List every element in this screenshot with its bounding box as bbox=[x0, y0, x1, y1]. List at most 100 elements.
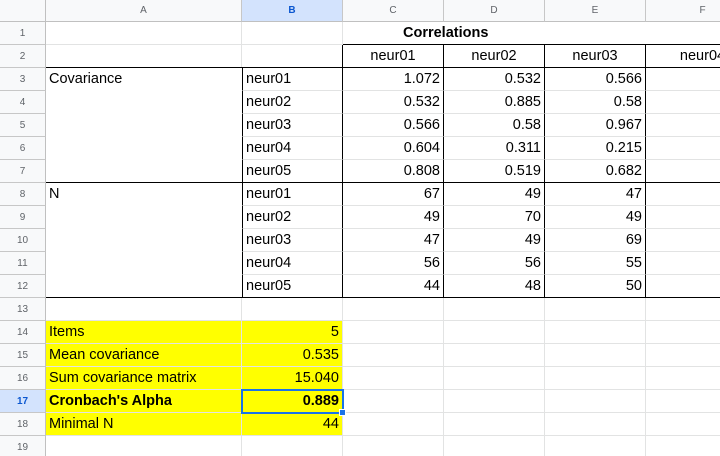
covariance-value[interactable]: 0.566 bbox=[343, 114, 444, 137]
row-header-9[interactable]: 9 bbox=[0, 206, 46, 229]
covariance-value[interactable]: 0.532 bbox=[343, 91, 444, 114]
column-var-neur03[interactable]: neur03 bbox=[545, 45, 646, 68]
n-value[interactable] bbox=[646, 229, 720, 252]
n-value[interactable]: 49 bbox=[444, 183, 545, 206]
n-value[interactable]: 70 bbox=[444, 206, 545, 229]
n-row-neur03[interactable]: neur03 bbox=[242, 229, 343, 252]
column-header-b[interactable]: B bbox=[242, 0, 343, 22]
n-value[interactable]: 47 bbox=[545, 183, 646, 206]
n-value[interactable]: 56 bbox=[343, 252, 444, 275]
covariance-value[interactable]: 0.808 bbox=[343, 160, 444, 183]
cell-d17[interactable] bbox=[444, 390, 545, 413]
covariance-row-neur01[interactable]: neur01 bbox=[242, 68, 343, 91]
cell-d19[interactable] bbox=[444, 436, 545, 456]
row-header-8[interactable]: 8 bbox=[0, 183, 46, 206]
covariance-value[interactable]: 0.566 bbox=[545, 68, 646, 91]
covariance-value[interactable]: 0.604 bbox=[343, 137, 444, 160]
covariance-row-neur05[interactable]: neur05 bbox=[242, 160, 343, 183]
cell-b13[interactable] bbox=[242, 298, 343, 321]
n-value[interactable]: 47 bbox=[343, 229, 444, 252]
cell-c19[interactable] bbox=[343, 436, 444, 456]
covariance-value[interactable]: 0.532 bbox=[444, 68, 545, 91]
summary-value[interactable]: 5 bbox=[242, 321, 343, 344]
n-value[interactable] bbox=[646, 206, 720, 229]
covariance-row-neur02[interactable]: neur02 bbox=[242, 91, 343, 114]
n-value[interactable]: 49 bbox=[545, 206, 646, 229]
covariance-value[interactable]: 0.682 bbox=[545, 160, 646, 183]
cell-f14[interactable] bbox=[646, 321, 720, 344]
cell-a1[interactable] bbox=[46, 22, 343, 45]
n-row-neur05[interactable]: neur05 bbox=[242, 275, 343, 298]
summary-value[interactable]: 15.040 bbox=[242, 367, 343, 390]
covariance-value[interactable]: 0.9 bbox=[646, 137, 720, 160]
summary-label[interactable]: Minimal N bbox=[46, 413, 242, 436]
row-header-12[interactable]: 12 bbox=[0, 275, 46, 298]
column-header-f[interactable]: F bbox=[646, 0, 720, 22]
n-row-neur01[interactable]: neur01 bbox=[242, 183, 343, 206]
cell-f18[interactable] bbox=[646, 413, 720, 436]
summary-label[interactable]: Cronbach's Alpha bbox=[46, 390, 242, 413]
cell-d16[interactable] bbox=[444, 367, 545, 390]
row-header-10[interactable]: 10 bbox=[0, 229, 46, 252]
summary-value[interactable]: 0.535 bbox=[242, 344, 343, 367]
n-value[interactable]: 49 bbox=[444, 229, 545, 252]
column-var-neur04[interactable]: neur04 bbox=[646, 45, 720, 68]
summary-label[interactable]: Items bbox=[46, 321, 242, 344]
covariance-row-neur03[interactable]: neur03 bbox=[242, 114, 343, 137]
row-header-1[interactable]: 1 bbox=[0, 22, 46, 45]
cell-c14[interactable] bbox=[343, 321, 444, 344]
table-title[interactable]: Correlations bbox=[343, 22, 720, 45]
column-var-neur01[interactable]: neur01 bbox=[343, 45, 444, 68]
column-header-d[interactable]: D bbox=[444, 0, 545, 22]
summary-value[interactable]: 0.889 bbox=[242, 390, 343, 413]
covariance-value[interactable]: 0. bbox=[646, 91, 720, 114]
column-header-a[interactable]: A bbox=[46, 0, 242, 22]
covariance-value[interactable]: 0.519 bbox=[444, 160, 545, 183]
covariance-value[interactable]: 0.2 bbox=[646, 114, 720, 137]
cell-e16[interactable] bbox=[545, 367, 646, 390]
covariance-value[interactable]: 0.6 bbox=[646, 68, 720, 91]
cell-a13[interactable] bbox=[46, 298, 242, 321]
column-header-c[interactable]: C bbox=[343, 0, 444, 22]
cell-a19[interactable] bbox=[46, 436, 242, 456]
covariance-row-neur04[interactable]: neur04 bbox=[242, 137, 343, 160]
covariance-value[interactable]: 0.311 bbox=[444, 137, 545, 160]
cell-e18[interactable] bbox=[545, 413, 646, 436]
row-header-2[interactable]: 2 bbox=[0, 45, 46, 68]
cell-a2[interactable] bbox=[46, 45, 343, 68]
cell-c16[interactable] bbox=[343, 367, 444, 390]
row-header-5[interactable]: 5 bbox=[0, 114, 46, 137]
n-row-neur04[interactable]: neur04 bbox=[242, 252, 343, 275]
n-row-neur02[interactable]: neur02 bbox=[242, 206, 343, 229]
row-header-3[interactable]: 3 bbox=[0, 68, 46, 91]
n-value[interactable]: 48 bbox=[444, 275, 545, 298]
n-value[interactable] bbox=[646, 183, 720, 206]
row-header-17[interactable]: 17 bbox=[0, 390, 46, 413]
n-value[interactable]: 44 bbox=[343, 275, 444, 298]
cell-f17[interactable] bbox=[646, 390, 720, 413]
row-header-14[interactable]: 14 bbox=[0, 321, 46, 344]
row-header-19[interactable]: 19 bbox=[0, 436, 46, 456]
covariance-value[interactable]: 0.215 bbox=[545, 137, 646, 160]
row-header-15[interactable]: 15 bbox=[0, 344, 46, 367]
row-header-4[interactable]: 4 bbox=[0, 91, 46, 114]
cell-c15[interactable] bbox=[343, 344, 444, 367]
cell-b19[interactable] bbox=[242, 436, 343, 456]
cell-e17[interactable] bbox=[545, 390, 646, 413]
cell-f15[interactable] bbox=[646, 344, 720, 367]
cell-e19[interactable] bbox=[545, 436, 646, 456]
covariance-value[interactable]: 0.885 bbox=[444, 91, 545, 114]
column-var-neur02[interactable]: neur02 bbox=[444, 45, 545, 68]
cell-f13[interactable] bbox=[646, 298, 720, 321]
n-value[interactable]: 50 bbox=[545, 275, 646, 298]
column-header-e[interactable]: E bbox=[545, 0, 646, 22]
cell-d14[interactable] bbox=[444, 321, 545, 344]
cell-d13[interactable] bbox=[444, 298, 545, 321]
summary-value[interactable]: 44 bbox=[242, 413, 343, 436]
n-value[interactable] bbox=[646, 275, 720, 298]
cell-e14[interactable] bbox=[545, 321, 646, 344]
covariance-value[interactable]: 0.5 bbox=[646, 160, 720, 183]
covariance-value[interactable]: 1.072 bbox=[343, 68, 444, 91]
spreadsheet-grid[interactable]: A B C D E F 1 2 3 4 5 6 7 8 9 10 11 12 13 14 15 16 17 18 19 Corre… bbox=[0, 0, 720, 456]
n-value[interactable]: 49 bbox=[343, 206, 444, 229]
